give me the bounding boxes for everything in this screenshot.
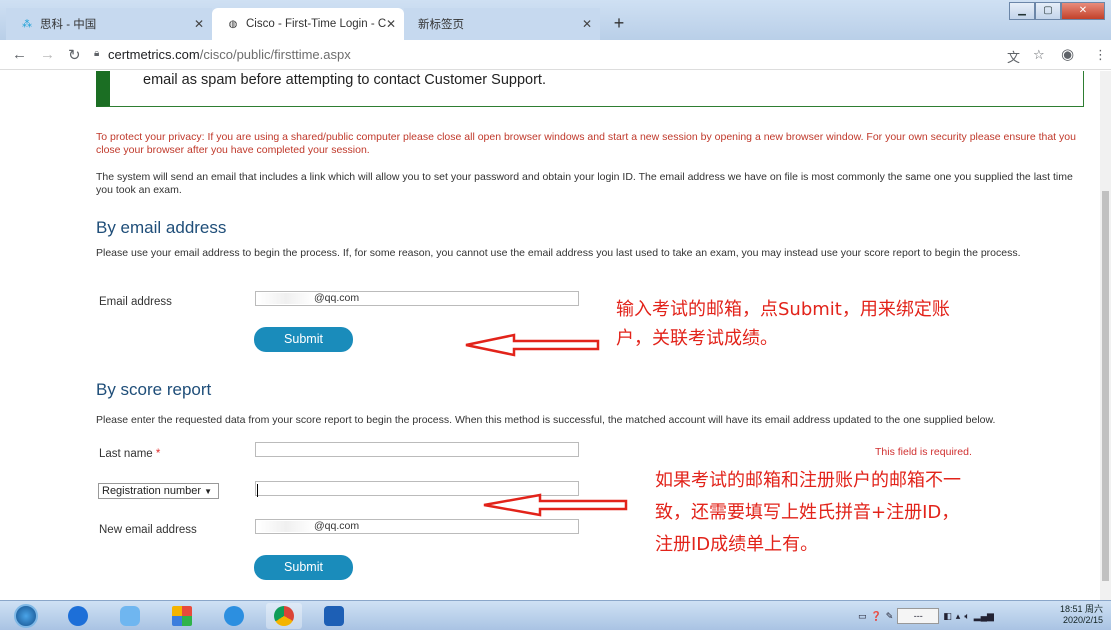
reload-icon[interactable]: ↻: [68, 46, 81, 64]
vertical-scrollbar[interactable]: [1100, 71, 1111, 600]
dropdown-arrow-icon: ▼: [204, 487, 213, 496]
start-button[interactable]: [8, 603, 44, 629]
score-submit-button[interactable]: Submit: [254, 555, 353, 580]
screen: ⁂ 思科 - 中国 ✕ ◍ Cisco - First-Time Login -…: [0, 0, 1111, 630]
menu-kebab-icon[interactable]: ⋮: [1094, 47, 1107, 63]
volume-icon[interactable]: 🔈︎: [964, 611, 969, 622]
close-tab-icon[interactable]: ✕: [386, 17, 396, 31]
sogou-icon[interactable]: [60, 603, 96, 629]
browser-tab-strip: ⁂ 思科 - 中国 ✕ ◍ Cisco - First-Time Login -…: [0, 0, 1111, 40]
ime-indicator[interactable]: ---: [897, 608, 940, 624]
back-icon[interactable]: ←: [12, 46, 27, 63]
bookmark-star-icon[interactable]: ☆: [1033, 47, 1045, 63]
globe-icon: ◍: [228, 18, 238, 30]
privacy-notice: To protect your privacy: If you are usin…: [96, 131, 1076, 156]
help-icon[interactable]: ❓: [871, 611, 882, 622]
annotation-arrow-2: [483, 493, 628, 517]
annotation-score-instructions: 如果考试的邮箱和注册账户的邮箱不一 致，还需要填写上姓氏拼音+注册ID， 注册I…: [655, 465, 1075, 561]
keyboard-icon[interactable]: ▭: [858, 611, 867, 622]
annotation-line: 如果考试的邮箱和注册账户的邮箱不一: [655, 470, 961, 491]
new-email-label: New email address: [99, 524, 197, 536]
windows-taskbar: ▭ ❓ ✎ --- ◧ ▴ 🔈︎ ▂▄▆ 18:51 周六 2020/2/15: [0, 600, 1111, 630]
email-address-value: @qq.com: [314, 292, 360, 304]
signal-icon[interactable]: ▂▄▆: [974, 611, 994, 622]
new-email-input[interactable]: @qq.com: [255, 519, 579, 534]
minimize-icon[interactable]: ▁: [1009, 2, 1035, 20]
browser-icon[interactable]: [216, 603, 252, 629]
notice-box: email as spam before attempting to conta…: [96, 71, 1084, 107]
last-name-label-text: Last name: [99, 448, 153, 460]
tab-label: 新标签页: [418, 19, 464, 31]
lock-icon: 🔒︎: [94, 48, 100, 59]
annotation-line: 户，关联考试成绩。: [616, 328, 778, 349]
tray-arrow-icon[interactable]: ▴: [956, 611, 961, 622]
tab-cisco-china[interactable]: ⁂ 思科 - 中国 ✕: [6, 8, 212, 40]
pen-icon[interactable]: ✎: [886, 611, 894, 622]
annotation-email-instructions: 输入考试的邮箱，点Submit，用来绑定账 户，关联考试成绩。: [616, 295, 1086, 353]
annotation-line: 致，还需要填写上姓氏拼音+注册ID，: [655, 502, 960, 523]
tab-new-tab[interactable]: 新标签页 ✕: [404, 8, 600, 40]
score-section-heading: By score report: [96, 380, 212, 399]
clock-date: 2020/2/15: [1062, 615, 1103, 625]
url-field[interactable]: certmetrics.com/cisco/public/firsttime.a…: [108, 47, 351, 62]
qq-icon[interactable]: [112, 603, 148, 629]
window-controls: ▁ ▢ ✕: [1009, 2, 1105, 20]
redacted-text: [258, 520, 314, 532]
close-tab-icon[interactable]: ✕: [194, 17, 204, 31]
system-tray: ▭ ❓ ✎ --- ◧ ▴ 🔈︎ ▂▄▆: [858, 605, 994, 627]
tab-label: 思科 - 中国: [40, 19, 97, 31]
system-description: The system will send an email that inclu…: [96, 171, 1073, 196]
text-cursor: [257, 484, 258, 497]
tab-label: Cisco - First-Time Login - Cert: [246, 18, 386, 30]
required-marker: *: [155, 448, 161, 460]
required-field-message: This field is required.: [875, 446, 972, 458]
email-address-label: Email address: [99, 296, 172, 308]
redacted-text: [258, 292, 314, 304]
taskbar-clock[interactable]: 18:51 周六 2020/2/15: [1060, 604, 1103, 626]
last-name-label: Last name *: [99, 448, 160, 460]
app-icon[interactable]: [316, 603, 352, 629]
annotation-arrow-1: [465, 333, 600, 357]
forward-icon[interactable]: →: [40, 46, 55, 63]
new-email-value: @qq.com: [314, 520, 360, 532]
url-path: /cisco/public/firsttime.aspx: [199, 47, 351, 62]
email-section-heading: By email address: [96, 218, 227, 237]
apps-icon[interactable]: [164, 603, 200, 629]
email-address-input[interactable]: @qq.com: [255, 291, 579, 306]
email-section-intro: Please use your email address to begin t…: [96, 247, 1021, 259]
id-type-selected: Registration number: [102, 485, 202, 497]
clock-time: 18:51 周六: [1059, 604, 1103, 614]
cisco-favicon-icon: ⁂: [22, 18, 32, 30]
scrollbar-thumb[interactable]: [1102, 191, 1109, 581]
url-host: certmetrics.com: [108, 47, 200, 62]
score-section-intro: Please enter the requested data from you…: [96, 414, 996, 426]
annotation-line: 输入考试的邮箱，点Submit，用来绑定账: [616, 299, 950, 320]
address-bar: ← → ↻ 🔒︎ certmetrics.com/cisco/public/fi…: [0, 40, 1111, 70]
network-icon[interactable]: ◧: [943, 611, 952, 622]
email-submit-button[interactable]: Submit: [254, 327, 353, 352]
last-name-input[interactable]: [255, 442, 579, 457]
annotation-line: 注册ID成绩单上有。: [655, 534, 819, 555]
id-type-select[interactable]: Registration number ▼: [98, 483, 219, 499]
tab-first-time-login[interactable]: ◍ Cisco - First-Time Login - Cert ✕: [212, 8, 404, 40]
close-window-icon[interactable]: ✕: [1061, 2, 1105, 20]
account-icon[interactable]: ◉: [1061, 45, 1074, 63]
translate-icon[interactable]: 文: [1007, 47, 1020, 66]
page-content: email as spam before attempting to conta…: [0, 71, 1100, 600]
chrome-icon[interactable]: [266, 603, 302, 629]
maximize-icon[interactable]: ▢: [1035, 2, 1061, 20]
notice-text: email as spam before attempting to conta…: [143, 72, 546, 88]
close-tab-icon[interactable]: ✕: [582, 17, 592, 31]
new-tab-button[interactable]: +: [606, 12, 632, 36]
